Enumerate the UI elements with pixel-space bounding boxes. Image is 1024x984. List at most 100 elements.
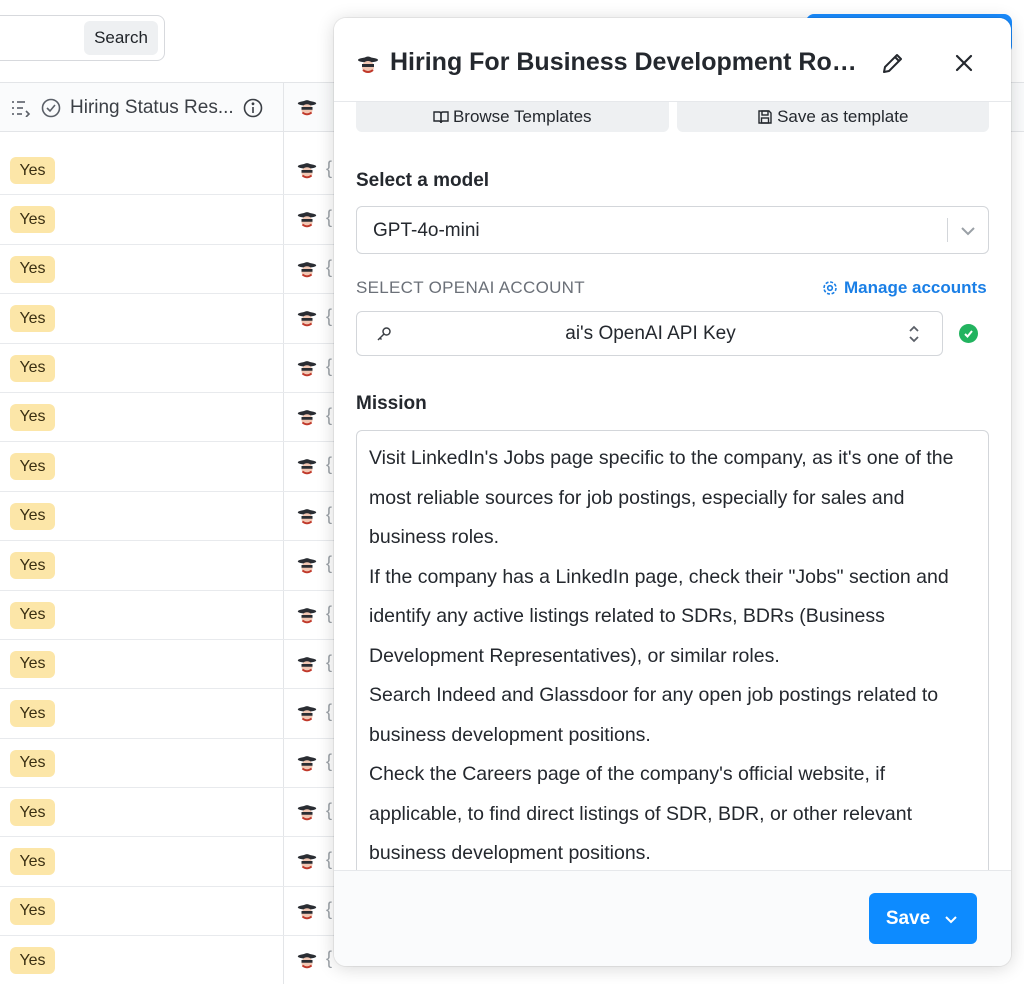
status-badge[interactable]: Yes: [10, 799, 55, 827]
table-row[interactable]: Yes {: [0, 294, 340, 344]
chevron-down-icon[interactable]: [958, 221, 978, 241]
cell-preview-text: {: [326, 158, 333, 178]
info-icon[interactable]: [242, 97, 264, 119]
manage-accounts-link[interactable]: Manage accounts: [822, 278, 987, 298]
status-badge[interactable]: Yes: [10, 552, 55, 580]
status-badge[interactable]: Yes: [10, 601, 55, 629]
template-actions: Browse Templates Save as template: [356, 102, 989, 132]
cell-preview-text: {: [326, 701, 333, 722]
openai-account-label: SELECT OPENAI ACCOUNT: [356, 278, 585, 297]
spy-agent-icon: [296, 505, 318, 527]
status-badge[interactable]: Yes: [10, 749, 55, 777]
table-row[interactable]: Yes {: [0, 739, 340, 789]
model-label: Select a model: [356, 170, 490, 191]
spy-agent-icon: [296, 752, 318, 774]
agent-config-panel: Hiring For Business Development Roles Br…: [334, 18, 1011, 966]
column-header-hiring-status[interactable]: Hiring Status Res...: [10, 83, 264, 133]
spy-agent-icon: [296, 208, 318, 230]
table-row[interactable]: Yes {: [0, 837, 340, 887]
cell-preview-text: {: [326, 750, 333, 771]
floppy-disk-icon: [758, 110, 772, 124]
spy-agent-icon: [296, 96, 318, 118]
status-badge[interactable]: Yes: [10, 157, 55, 184]
cell-preview-text: {: [326, 207, 333, 228]
table-row[interactable]: Yes {: [0, 936, 340, 984]
chevron-down-icon[interactable]: [942, 910, 960, 928]
status-badge[interactable]: Yes: [10, 700, 55, 728]
table-row[interactable]: Yes {: [0, 541, 340, 591]
mission-paragraph: Check the Careers page of the company's …: [369, 763, 913, 864]
cell-preview-text: {: [326, 800, 333, 821]
status-badge[interactable]: Yes: [10, 947, 55, 975]
table-row[interactable]: Yes {: [0, 689, 340, 739]
table-row[interactable]: Yes {: [0, 640, 340, 690]
spy-agent-icon: [296, 850, 318, 872]
mission-text: Visit LinkedIn's Jobs page specific to t…: [369, 439, 973, 874]
table-row[interactable]: Yes {: [0, 591, 340, 640]
spy-agent-icon: [296, 604, 318, 626]
list-sort-icon: [10, 97, 32, 119]
spy-agent-icon: [296, 801, 318, 823]
save-button-label: Save: [885, 907, 931, 929]
spy-agent-icon: [296, 159, 318, 181]
mission-paragraph: Visit LinkedIn's Jobs page specific to t…: [369, 447, 954, 548]
status-badge[interactable]: Yes: [10, 453, 55, 481]
cell-preview-text: {: [326, 602, 333, 623]
table-row[interactable]: Yes {: [0, 442, 340, 492]
spy-agent-icon: [296, 455, 318, 477]
check-circle-icon: [40, 97, 62, 119]
search-button[interactable]: Search: [84, 21, 158, 55]
table-row[interactable]: Yes {: [0, 492, 340, 542]
model-select-value: GPT-4o-mini: [373, 220, 480, 241]
status-badge[interactable]: Yes: [10, 848, 55, 876]
spy-agent-icon: [296, 702, 318, 724]
panel-footer: Save: [334, 870, 1011, 966]
spy-agent-icon: [296, 258, 318, 280]
table-row[interactable]: Yes {: [0, 195, 340, 245]
browse-templates-button[interactable]: Browse Templates: [356, 102, 669, 132]
spy-agent-icon: [296, 406, 318, 428]
panel-title: Hiring For Business Development Roles: [390, 48, 860, 76]
cell-preview-text: {: [326, 898, 333, 919]
manage-accounts-label: Manage accounts: [844, 278, 987, 297]
table-rows: Yes { Yes { Yes { Yes { Yes { Yes { Yes { Yes { Yes { Yes {…: [0, 146, 340, 984]
updown-chevron-icon: [905, 322, 923, 346]
status-badge[interactable]: Yes: [10, 354, 55, 382]
save-button[interactable]: Save: [869, 893, 977, 944]
status-badge[interactable]: Yes: [10, 206, 55, 234]
cell-preview-text: {: [326, 306, 333, 327]
close-icon[interactable]: [952, 51, 976, 75]
cell-preview-text: {: [326, 651, 333, 672]
cell-preview-text: {: [326, 355, 333, 376]
model-select[interactable]: GPT-4o-mini: [356, 206, 989, 254]
openai-account-value: ai's OpenAI API Key: [565, 323, 736, 344]
mission-label: Mission: [356, 393, 427, 414]
table-row[interactable]: Yes {: [0, 146, 340, 196]
mission-textarea[interactable]: Visit LinkedIn's Jobs page specific to t…: [356, 430, 989, 890]
select-separator: [947, 218, 948, 242]
status-badge[interactable]: Yes: [10, 403, 55, 431]
spy-agent-icon: [296, 949, 318, 971]
status-badge[interactable]: Yes: [10, 650, 55, 678]
table-row[interactable]: Yes {: [0, 788, 340, 838]
status-badge[interactable]: Yes: [10, 897, 55, 925]
save-as-template-button[interactable]: Save as template: [676, 102, 989, 132]
book-icon: [433, 111, 449, 124]
spy-agent-icon: [296, 307, 318, 329]
gear-icon: [823, 281, 837, 295]
table-row[interactable]: Yes {: [0, 344, 340, 393]
column-header-label: Hiring Status Res...: [70, 97, 234, 118]
edit-title-button[interactable]: [880, 50, 906, 76]
openai-account-select[interactable]: ai's OpenAI API Key: [356, 311, 943, 356]
table-row[interactable]: Yes {: [0, 393, 340, 443]
browse-templates-label: Browse Templates: [452, 107, 592, 126]
table-row[interactable]: Yes {: [0, 887, 340, 937]
spy-agent-icon: [296, 357, 318, 379]
spy-agent-icon: [296, 653, 318, 675]
spy-agent-icon: [296, 554, 318, 576]
status-badge[interactable]: Yes: [10, 255, 55, 283]
status-badge[interactable]: Yes: [10, 502, 55, 530]
mission-paragraph: If the company has a LinkedIn page, chec…: [369, 565, 949, 667]
status-badge[interactable]: Yes: [10, 305, 55, 333]
table-row[interactable]: Yes {: [0, 245, 340, 295]
